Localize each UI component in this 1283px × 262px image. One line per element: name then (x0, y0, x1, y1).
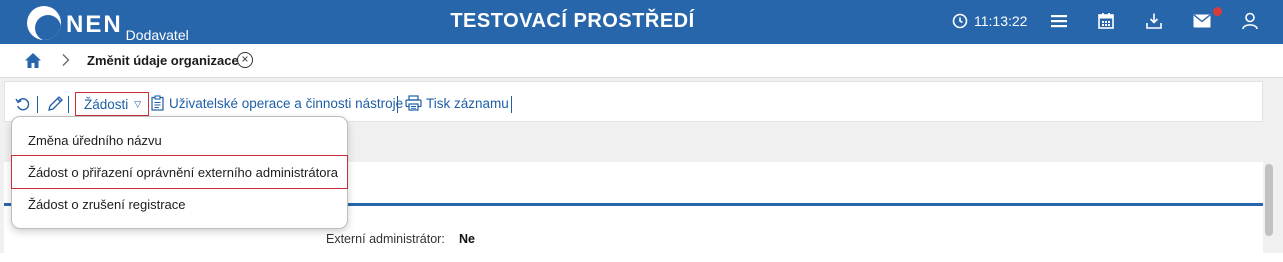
external-admin-label: Externí administrátor: (326, 232, 445, 246)
print-record-button[interactable]: Tisk záznamu (405, 95, 509, 111)
caret-down-icon: ▽ (134, 98, 142, 109)
clipboard-icon (151, 95, 164, 111)
requests-menu: Změna úředního názvu Žádost o přiřazení … (11, 116, 348, 229)
user-operations-label: Uživatelské operace a činnosti nástroje (169, 95, 404, 111)
print-label: Tisk záznamu (426, 95, 509, 111)
toolbar-divider (397, 96, 398, 113)
menu-icon[interactable] (1050, 12, 1068, 30)
user-icon[interactable] (1241, 12, 1259, 30)
clock-icon (952, 13, 968, 29)
toolbar-divider (68, 96, 69, 113)
requests-label: Žádosti (84, 96, 129, 112)
refresh-icon[interactable] (15, 96, 31, 112)
home-icon[interactable] (24, 52, 42, 69)
menu-item-external-admin-request[interactable]: Žádost o přiřazení oprávnění externího a… (11, 155, 348, 189)
page-title: Změnit údaje organizace (87, 53, 239, 68)
close-tab-icon[interactable]: × (237, 52, 253, 68)
toolbar-divider (37, 96, 38, 113)
toolbar-divider (511, 96, 512, 113)
calendar-icon[interactable] (1097, 12, 1115, 30)
requests-dropdown-button[interactable]: Žádosti ▽ (75, 92, 150, 116)
breadcrumb: Změnit údaje organizace × (0, 44, 1283, 78)
clock-time: 11:13:22 (974, 13, 1028, 29)
printer-icon (405, 95, 422, 111)
edit-icon[interactable] (47, 95, 64, 112)
vertical-scrollbar[interactable] (1265, 164, 1273, 236)
external-admin-value: Ne (459, 232, 475, 246)
download-icon[interactable] (1145, 12, 1163, 30)
mail-icon[interactable] (1193, 14, 1211, 28)
chevron-right-icon (62, 54, 70, 66)
top-header: NEN Dodavatel TESTOVACÍ PROSTŘEDÍ 11:13:… (0, 0, 1283, 44)
menu-item-cancel-registration[interactable]: Žádost o zrušení registrace (12, 188, 347, 222)
notification-badge (1213, 7, 1222, 16)
user-operations-button[interactable]: Uživatelské operace a činnosti nástroje (151, 95, 403, 111)
session-clock: 11:13:22 (952, 13, 1027, 29)
menu-item-name-change[interactable]: Změna úředního názvu (12, 124, 347, 158)
